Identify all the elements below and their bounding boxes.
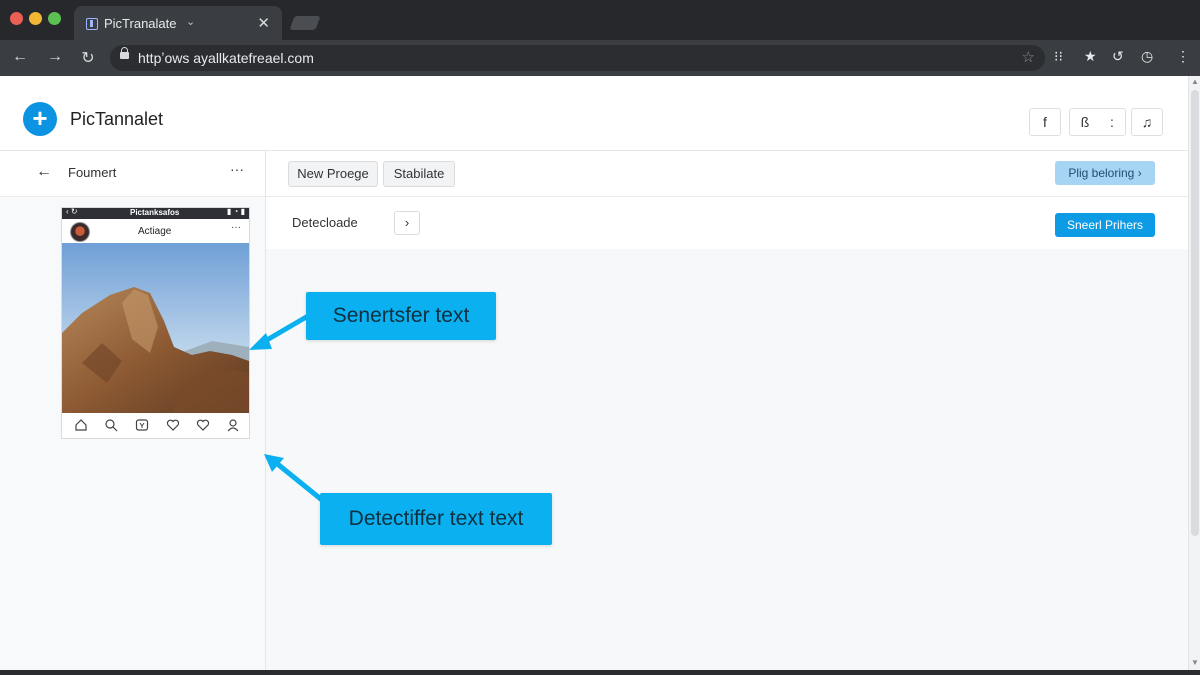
callout-top: Senertsfer text xyxy=(306,292,496,340)
callout-arrows xyxy=(249,313,324,502)
scrollbar[interactable]: ▲ ▼ xyxy=(1188,76,1200,670)
arrow-top-head xyxy=(249,333,272,350)
scroll-thumb[interactable] xyxy=(1191,90,1199,536)
scroll-down-icon[interactable]: ▼ xyxy=(1191,658,1199,667)
arrow-bottom-line xyxy=(273,460,324,502)
callout-bottom: Detectiffer text text xyxy=(320,493,552,545)
window-bottom-edge xyxy=(0,670,1200,675)
scroll-up-icon[interactable]: ▲ xyxy=(1191,77,1199,86)
